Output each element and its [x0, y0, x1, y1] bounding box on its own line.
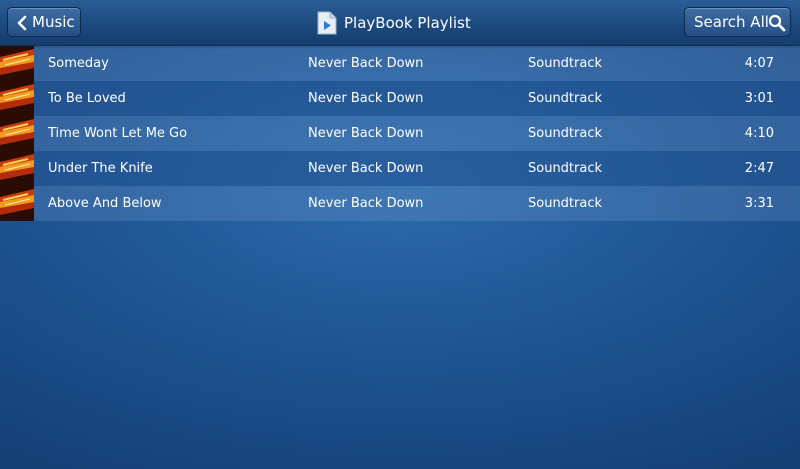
track-title: To Be Loved	[48, 91, 126, 106]
track-row[interactable]: To Be Loved Never Back Down Soundtrack 3…	[0, 81, 800, 116]
track-album: Never Back Down	[308, 91, 424, 106]
page-title: PlayBook Playlist	[344, 14, 471, 32]
track-row[interactable]: Someday Never Back Down Soundtrack 4:07	[0, 46, 800, 81]
track-title: Under The Knife	[48, 161, 153, 176]
track-album: Never Back Down	[308, 196, 424, 211]
chevron-left-icon	[17, 15, 27, 31]
track-genre: Soundtrack	[528, 126, 603, 141]
track-album: Never Back Down	[308, 56, 424, 71]
track-album: Never Back Down	[308, 161, 424, 176]
track-title: Someday	[48, 56, 109, 71]
title-bar: Music PlayBook Playlist Search All	[0, 0, 800, 46]
album-art-icon	[0, 151, 34, 186]
track-genre: Soundtrack	[528, 56, 603, 71]
track-genre: Soundtrack	[528, 196, 603, 211]
album-art-icon	[0, 46, 34, 81]
track-row[interactable]: Time Wont Let Me Go Never Back Down Soun…	[0, 116, 800, 151]
track-album: Never Back Down	[308, 126, 424, 141]
document-play-icon	[317, 11, 337, 35]
back-button-label: Music	[32, 13, 75, 31]
track-duration: 4:07	[744, 56, 774, 71]
album-art-icon	[0, 81, 34, 116]
track-list: Someday Never Back Down Soundtrack 4:07 …	[0, 46, 800, 221]
search-icon	[768, 14, 786, 32]
album-art-icon	[0, 186, 34, 221]
album-art-icon	[0, 116, 34, 151]
search-all-label: Search All	[694, 13, 769, 31]
track-row[interactable]: Under The Knife Never Back Down Soundtra…	[0, 151, 800, 186]
track-duration: 4:10	[744, 126, 774, 141]
track-row[interactable]: Above And Below Never Back Down Soundtra…	[0, 186, 800, 221]
track-duration: 2:47	[744, 161, 774, 176]
back-button[interactable]: Music	[7, 7, 81, 37]
track-genre: Soundtrack	[528, 161, 603, 176]
track-genre: Soundtrack	[528, 91, 603, 106]
track-duration: 3:31	[744, 196, 774, 211]
track-title: Above And Below	[48, 196, 162, 211]
search-all-button[interactable]: Search All	[684, 7, 791, 37]
track-duration: 3:01	[744, 91, 774, 106]
track-title: Time Wont Let Me Go	[48, 126, 188, 141]
